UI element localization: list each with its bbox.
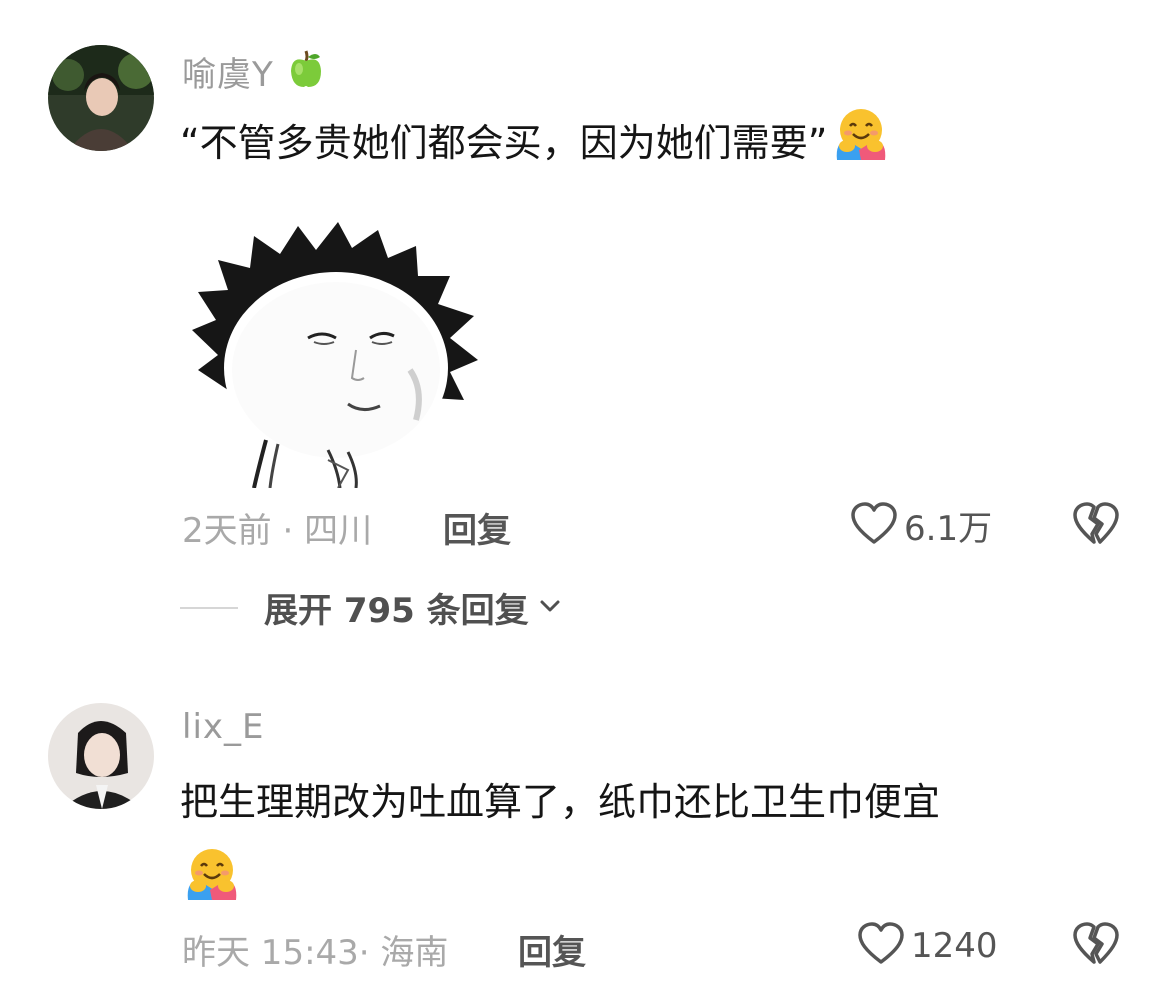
comment-location: 四川 bbox=[304, 511, 373, 551]
comment-time: 昨天 15:43 bbox=[182, 933, 359, 973]
username[interactable]: 喻虞Y bbox=[182, 47, 324, 101]
avatar[interactable] bbox=[48, 703, 154, 809]
heart-outline-icon bbox=[857, 922, 905, 970]
like-count: 1240 bbox=[911, 926, 998, 966]
username[interactable]: lix_E bbox=[182, 707, 265, 747]
meta-separator: · bbox=[271, 511, 305, 551]
heart-outline-icon bbox=[850, 501, 898, 550]
avatar[interactable] bbox=[48, 45, 154, 151]
chevron-down-icon bbox=[539, 598, 561, 617]
username-text[interactable]: 喻虞Y bbox=[182, 55, 274, 95]
hugging-face-icon bbox=[184, 846, 240, 906]
comment-text-content: 把生理期改为吐血算了，纸巾还比卫生巾便宜 bbox=[180, 780, 941, 824]
green-apple-icon bbox=[288, 49, 324, 98]
sticker-image[interactable] bbox=[188, 220, 484, 489]
like-button[interactable]: 1240 bbox=[857, 922, 998, 970]
like-count: 6.1万 bbox=[904, 509, 993, 549]
comment-text-content: “不管多贵她们都会买，因为她们需要” bbox=[180, 121, 828, 165]
comment-text: 把生理期改为吐血算了，纸巾还比卫生巾便宜 bbox=[180, 774, 940, 830]
broken-heart-icon bbox=[1072, 502, 1120, 550]
watermark-overlay bbox=[915, 968, 1170, 995]
expand-replies-label[interactable]: 展开 795 条回复 bbox=[264, 583, 529, 632]
comment-location: 海南 bbox=[380, 933, 449, 973]
expand-replies-button[interactable]: 展开 795 条回复 bbox=[180, 583, 561, 632]
comment-meta: 2天前 · 四川 bbox=[182, 503, 372, 552]
meta-separator: · bbox=[358, 933, 381, 973]
dislike-button[interactable] bbox=[1072, 922, 1120, 970]
like-button[interactable]: 6.1万 bbox=[850, 501, 992, 550]
hugging-face-icon bbox=[833, 106, 889, 177]
dislike-button[interactable] bbox=[1072, 502, 1120, 550]
comment-text: “不管多贵她们都会买，因为她们需要” bbox=[180, 109, 889, 181]
reply-button[interactable]: 回复 bbox=[443, 503, 511, 552]
comment-time: 2天前 bbox=[182, 511, 272, 551]
divider-line bbox=[180, 606, 238, 609]
reply-button[interactable]: 回复 bbox=[518, 925, 586, 974]
comment-meta: 昨天 15:43· 海南 bbox=[182, 925, 448, 974]
